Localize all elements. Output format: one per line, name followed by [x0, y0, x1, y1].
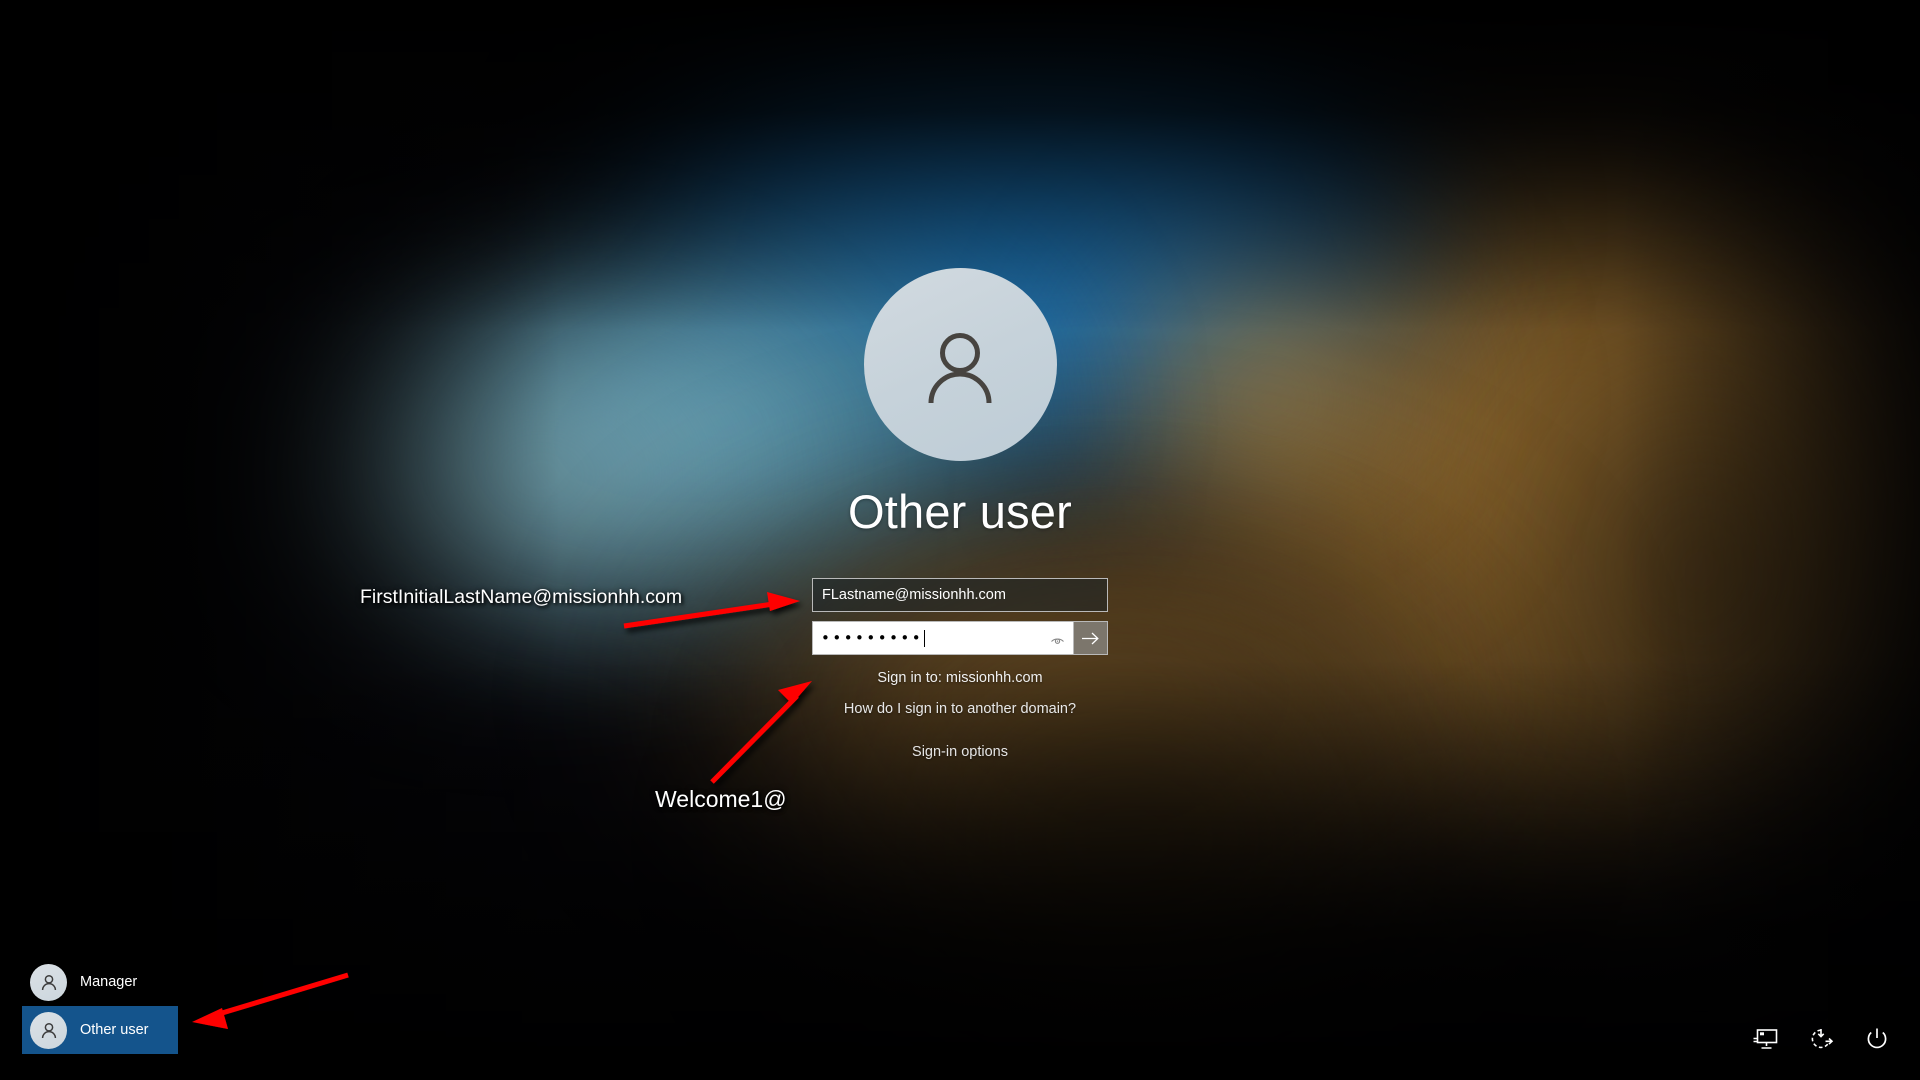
- user-list-item-label: Manager: [80, 973, 138, 990]
- annotation-username-note: FirstInitialLastName@missionhh.com: [360, 586, 683, 608]
- system-tray: [1750, 1024, 1892, 1054]
- network-icon[interactable]: [1750, 1024, 1780, 1054]
- username-value: FLastname@missionhh.com: [822, 586, 1006, 603]
- page-title: Other user: [847, 485, 1073, 538]
- password-input[interactable]: •••••••••: [813, 622, 1073, 654]
- arrow-right-icon: [1082, 632, 1099, 644]
- sign-in-options-link[interactable]: Sign-in options: [812, 744, 1108, 760]
- password-masked-value: •••••••••: [821, 628, 924, 647]
- lock-screen: Other user FLastname@missionhh.com •••••…: [0, 0, 1920, 1080]
- username-input[interactable]: FLastname@missionhh.com: [812, 578, 1108, 612]
- user-avatar-icon: [863, 268, 1057, 461]
- sign-in-to-text: Sign in to: missionhh.com: [877, 670, 1043, 686]
- credential-fields: FLastname@missionhh.com ••••••••• Sign i…: [812, 578, 1108, 760]
- user-list-item-label: Other user: [80, 1021, 149, 1038]
- signin-panel: Other user FLastname@missionhh.com •••••…: [640, 268, 1280, 760]
- user-avatar-icon: [30, 1011, 67, 1049]
- user-avatar-icon: [30, 963, 67, 1001]
- user-list-item-other-user[interactable]: Other user: [22, 1006, 178, 1054]
- vignette: [1620, 0, 1920, 1080]
- text-caret: [924, 629, 926, 647]
- ease-of-access-icon[interactable]: [1806, 1024, 1836, 1054]
- user-list: Manager Other user: [22, 958, 178, 1054]
- another-domain-link[interactable]: How do I sign in to another domain?: [812, 701, 1108, 717]
- password-row: •••••••••: [812, 621, 1108, 655]
- eye-reveal-icon[interactable]: [1048, 629, 1066, 647]
- submit-button[interactable]: [1073, 622, 1107, 654]
- annotation-password-note: Welcome1@: [655, 786, 787, 812]
- user-list-item-manager[interactable]: Manager: [22, 958, 178, 1006]
- power-icon[interactable]: [1862, 1024, 1892, 1054]
